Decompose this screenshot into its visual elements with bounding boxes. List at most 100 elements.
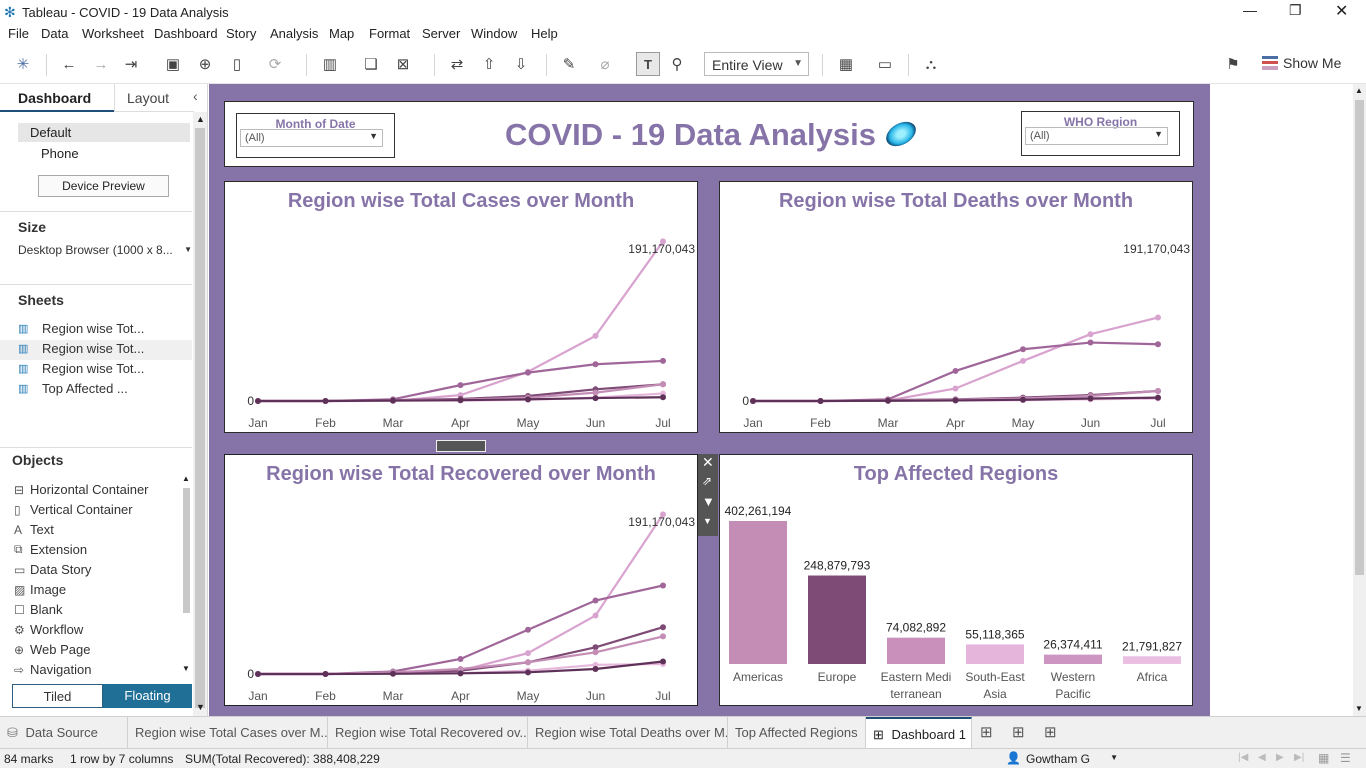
presentation-icon[interactable]: ▭ [874, 52, 896, 76]
group-icon[interactable]: ⌀ [594, 52, 616, 76]
menu-story[interactable]: Story [226, 26, 256, 41]
sheet-item[interactable]: ▥ Top Affected ... [18, 381, 128, 396]
region-filter[interactable]: WHO Region (All) ▼ [1021, 111, 1180, 156]
menu-map[interactable]: Map [329, 26, 354, 41]
object-item[interactable]: ☐ Blank [14, 602, 63, 617]
restore-button[interactable]: ❐ [1289, 2, 1302, 19]
tab-dashboard-1[interactable]: ⊞ Dashboard 1 [866, 717, 972, 748]
tab-cases[interactable]: Region wise Total Cases over M... [128, 717, 328, 748]
resize-handle[interactable] [436, 440, 486, 452]
object-item[interactable]: ▯ Vertical Container [14, 502, 133, 517]
menu-window[interactable]: Window [471, 26, 517, 41]
floating-button[interactable]: Floating [103, 684, 192, 708]
right-scrollbar[interactable]: ▲ ▼ [1353, 84, 1366, 716]
collapse-panel-icon[interactable]: ‹ [193, 88, 198, 104]
month-filter-select[interactable]: (All) ▼ [240, 129, 383, 147]
device-preview-button[interactable]: Device Preview [38, 175, 169, 197]
sheet-item[interactable]: ▥ Region wise Tot... [18, 321, 144, 336]
new-dashboard-tab-icon[interactable]: ⊞ [1012, 723, 1025, 741]
region-filter-select[interactable]: (All) ▼ [1025, 127, 1168, 145]
format-painter-icon[interactable]: ⚑ [1222, 52, 1244, 76]
sheet-item[interactable]: ▥ Region wise Tot... [18, 341, 144, 356]
object-item[interactable]: ⧉ Extension [14, 542, 87, 557]
first-sheet-icon[interactable]: |◀ [1238, 752, 1248, 763]
sort-ascending-icon[interactable]: ⇧ [478, 52, 500, 76]
menu-data[interactable]: Data [41, 26, 68, 41]
tab-layout[interactable]: Layout [114, 84, 194, 112]
minimize-button[interactable]: — [1243, 2, 1257, 18]
user-menu[interactable]: 👤 Gowtham G ▼ [1004, 750, 1122, 767]
deaths-chart-pane[interactable]: Region wise Total Deaths over Month Jan F… [719, 181, 1193, 433]
pause-updates-icon[interactable]: ▯ [226, 52, 248, 76]
tab-top-regions[interactable]: Top Affected Regions [728, 717, 866, 748]
object-item[interactable]: A Text [14, 522, 54, 537]
prev-sheet-icon[interactable]: ◀ [1258, 752, 1266, 763]
sheet-item[interactable]: ▥ Region wise Tot... [18, 361, 144, 376]
object-item[interactable]: ▨ Image [14, 582, 66, 597]
scroll-thumb[interactable] [1355, 100, 1364, 575]
object-item[interactable]: ⊕ Web Page [14, 642, 90, 657]
menu-analysis[interactable]: Analysis [270, 26, 318, 41]
month-filter[interactable]: Month of Date (All) ▼ [236, 113, 395, 158]
menu-worksheet[interactable]: Worksheet [82, 26, 144, 41]
duplicate-icon[interactable]: ❏ [360, 52, 382, 76]
new-datasource-icon[interactable]: ⊕ [194, 52, 216, 76]
device-default[interactable]: Default [18, 123, 190, 142]
swap-icon[interactable]: ⇄ [446, 52, 468, 76]
scroll-up-icon[interactable]: ▲ [182, 474, 190, 483]
show-me-button[interactable]: Show Me [1283, 55, 1341, 71]
replay-icon[interactable]: ⇥ [120, 52, 142, 76]
menu-help[interactable]: Help [531, 26, 558, 41]
pin-icon[interactable]: ⚲ [666, 52, 688, 76]
fit-select[interactable]: Entire View ▼ [704, 52, 809, 76]
next-sheet-icon[interactable]: ▶ [1276, 752, 1284, 763]
recovered-chart-pane[interactable]: Region wise Total Recovered over Month J… [224, 454, 698, 706]
objects-scrollbar[interactable]: ▲ ▼ [181, 474, 191, 674]
scrollbar[interactable]: ▲ ▼ [193, 112, 207, 716]
goto-sheet-icon[interactable]: ⇗ [702, 474, 712, 488]
object-item[interactable]: ⚙ Workflow [14, 622, 83, 637]
tab-dashboard[interactable]: Dashboard [0, 84, 114, 112]
tableau-icon[interactable]: ✳ [12, 52, 34, 76]
top-regions-chart-pane[interactable]: Top Affected Regions 402,261,194 Americas… [719, 454, 1193, 706]
device-phone[interactable]: Phone [41, 146, 79, 161]
new-worksheet-icon[interactable]: ▥ [318, 52, 342, 76]
clear-sheet-icon[interactable]: ⊠ [392, 52, 414, 76]
menu-format[interactable]: Format [369, 26, 410, 41]
close-button[interactable]: ✕ [1335, 1, 1348, 21]
show-cards-icon[interactable]: ▦ [834, 52, 858, 76]
grid-view-icon[interactable]: ▦ [1318, 751, 1329, 765]
scroll-up-icon[interactable]: ▲ [1355, 86, 1363, 95]
scroll-thumb[interactable] [183, 488, 190, 613]
refresh-icon[interactable]: ⟳ [264, 52, 286, 76]
last-sheet-icon[interactable]: ▶| [1294, 752, 1304, 763]
undo-icon[interactable]: ← [58, 52, 80, 76]
share-icon[interactable]: ⛬ [920, 52, 942, 76]
new-worksheet-tab-icon[interactable]: ⊞ [980, 723, 993, 741]
scroll-thumb[interactable] [195, 128, 205, 708]
menu-file[interactable]: File [8, 26, 29, 41]
show-me-icon[interactable] [1262, 56, 1278, 70]
scroll-down-icon[interactable]: ▼ [182, 664, 190, 673]
scroll-down-icon[interactable]: ▼ [1355, 704, 1363, 713]
save-icon[interactable]: ▣ [162, 52, 184, 76]
object-item[interactable]: ⇨ Navigation [14, 662, 91, 677]
show-labels-icon[interactable]: T [636, 52, 660, 76]
redo-icon[interactable]: → [90, 52, 112, 76]
filter-icon[interactable]: ▼ [702, 494, 715, 509]
tab-deaths[interactable]: Region wise Total Deaths over M... [528, 717, 728, 748]
menu-dashboard[interactable]: Dashboard [154, 26, 218, 41]
tiled-button[interactable]: Tiled [12, 684, 103, 708]
remove-icon[interactable]: ✕ [702, 454, 714, 471]
cases-chart-pane[interactable]: Region wise Total Cases over Month Jan Fe… [224, 181, 698, 433]
list-view-icon[interactable]: ☰ [1340, 751, 1351, 765]
object-item[interactable]: ▭ Data Story [14, 562, 91, 577]
highlight-icon[interactable]: ✎ [558, 52, 580, 76]
size-select[interactable]: Desktop Browser (1000 x 8... ▼ [18, 243, 192, 261]
tab-data-source[interactable]: ⛁ Data Source [0, 717, 128, 748]
menu-server[interactable]: Server [422, 26, 460, 41]
tab-recovered[interactable]: Region wise Total Recovered ov... [328, 717, 528, 748]
scroll-down-icon[interactable]: ▼ [196, 702, 205, 712]
object-item[interactable]: ⊟ Horizontal Container [14, 482, 149, 497]
sort-descending-icon[interactable]: ⇩ [510, 52, 532, 76]
